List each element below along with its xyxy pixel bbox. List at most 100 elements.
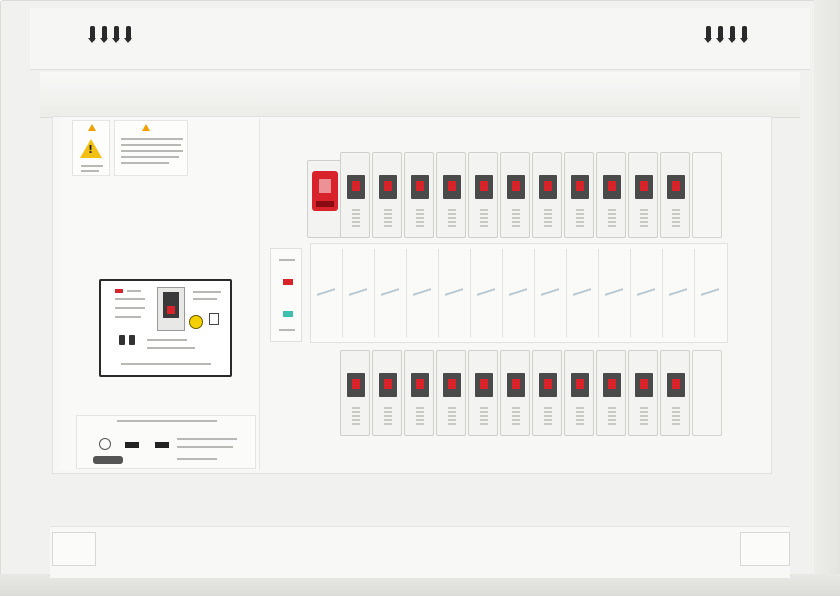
breaker-handle-icon[interactable]	[635, 175, 653, 199]
vent-icon	[704, 26, 712, 43]
label-text-line	[121, 363, 211, 365]
blank-slot	[692, 350, 722, 436]
wire-symbol-icon	[701, 288, 719, 296]
breaker-handle-icon[interactable]	[347, 175, 365, 199]
breaker-handle-icon[interactable]	[475, 373, 493, 397]
blank-slot	[692, 152, 722, 238]
breaker-handle-icon[interactable]	[507, 175, 525, 199]
label-text-line	[121, 138, 183, 140]
wire-symbol-icon	[573, 288, 591, 296]
branch-breaker[interactable]	[596, 350, 626, 436]
branch-breaker[interactable]	[564, 152, 594, 238]
branch-breaker[interactable]	[372, 350, 402, 436]
branch-breaker[interactable]	[628, 350, 658, 436]
breaker-handle-icon[interactable]	[379, 373, 397, 397]
warning-small-icon	[142, 124, 150, 131]
wire-symbol-icon	[413, 288, 431, 296]
test-button-icon[interactable]	[189, 315, 203, 329]
wire-symbol-icon	[637, 288, 655, 296]
label-text-line	[177, 446, 233, 448]
breaker-handle-icon[interactable]	[411, 373, 429, 397]
breaker-handle-icon[interactable]	[347, 373, 365, 397]
breaker-handle-icon[interactable]	[379, 175, 397, 199]
branch-breaker[interactable]	[660, 152, 690, 238]
vent-icon	[124, 26, 132, 43]
wire-symbol-icon	[541, 288, 559, 296]
warning-small-icon	[88, 124, 96, 131]
branch-breaker[interactable]	[340, 350, 370, 436]
label-text-line	[177, 438, 237, 440]
label-text-line	[115, 316, 141, 318]
wire-symbol-icon	[349, 288, 367, 296]
breaker-handle-icon[interactable]	[571, 175, 589, 199]
label-text-line	[279, 259, 295, 261]
bottom-latch-left[interactable]	[52, 532, 96, 566]
label-cell	[598, 249, 628, 337]
breaker-handle-icon[interactable]	[667, 373, 685, 397]
toggle-handle-icon[interactable]	[163, 292, 179, 318]
handle-slot	[316, 201, 334, 207]
branch-breaker[interactable]	[564, 350, 594, 436]
breaker-handle-icon[interactable]	[443, 373, 461, 397]
breaker-handle-icon[interactable]	[667, 175, 685, 199]
label-text-line	[177, 458, 217, 460]
upper-branch-breakers	[340, 152, 730, 244]
breaker-handle-icon[interactable]	[635, 373, 653, 397]
wire-symbol-icon	[445, 288, 463, 296]
branch-breaker[interactable]	[532, 152, 562, 238]
rating-label	[672, 209, 680, 229]
label-cell	[694, 249, 724, 337]
breaker-handle-icon[interactable]	[603, 373, 621, 397]
vent-icon	[740, 26, 748, 43]
branch-breaker[interactable]	[660, 350, 690, 436]
branch-breaker[interactable]	[340, 152, 370, 238]
main-handle-housing	[157, 287, 185, 331]
breaker-handle-icon[interactable]	[443, 175, 461, 199]
screw-icon	[99, 438, 111, 450]
branch-breaker[interactable]	[404, 350, 434, 436]
label-cell	[438, 249, 468, 337]
breaker-handle-icon[interactable]	[571, 373, 589, 397]
label-text-line	[115, 298, 145, 300]
label-text-line	[117, 420, 217, 422]
branch-breaker[interactable]	[436, 152, 466, 238]
breaker-handle-icon[interactable]	[539, 175, 557, 199]
label-text-line	[81, 165, 103, 167]
rating-label	[480, 407, 488, 427]
wire-symbol-icon	[317, 288, 335, 296]
branch-breaker[interactable]	[468, 350, 498, 436]
branch-breaker[interactable]	[532, 350, 562, 436]
branch-breaker[interactable]	[500, 152, 530, 238]
branch-breaker[interactable]	[500, 350, 530, 436]
label-cell	[374, 249, 404, 337]
breaker-handle-icon[interactable]	[411, 175, 429, 199]
vent-icon	[716, 26, 724, 43]
label-cell-row	[310, 249, 728, 339]
branch-breaker[interactable]	[404, 152, 434, 238]
label-cell	[534, 249, 564, 337]
label-text-line	[121, 144, 181, 146]
breaker-handle-icon[interactable]	[475, 175, 493, 199]
branch-breaker[interactable]	[468, 152, 498, 238]
breaker-handle-icon[interactable]	[539, 373, 557, 397]
label-text-line	[121, 162, 169, 164]
vent-icon	[100, 26, 108, 43]
label-text-line	[121, 150, 183, 152]
breaker-handle-icon[interactable]	[507, 373, 525, 397]
label-cell	[502, 249, 532, 337]
label-text-line	[279, 329, 295, 331]
branch-breaker[interactable]	[436, 350, 466, 436]
bottom-latch-right[interactable]	[740, 532, 790, 566]
wire-symbol-icon	[669, 288, 687, 296]
breaker-handle-icon[interactable]	[603, 175, 621, 199]
green-indicator-icon	[283, 311, 293, 317]
branch-breaker[interactable]	[596, 152, 626, 238]
terminal-icon	[119, 335, 125, 345]
wire-symbol-icon	[477, 288, 495, 296]
rating-label	[448, 209, 456, 229]
main-earth-leakage-breaker	[99, 279, 232, 377]
label-text-line	[121, 156, 179, 158]
vent-group-left	[88, 26, 150, 46]
branch-breaker[interactable]	[372, 152, 402, 238]
branch-breaker[interactable]	[628, 152, 658, 238]
